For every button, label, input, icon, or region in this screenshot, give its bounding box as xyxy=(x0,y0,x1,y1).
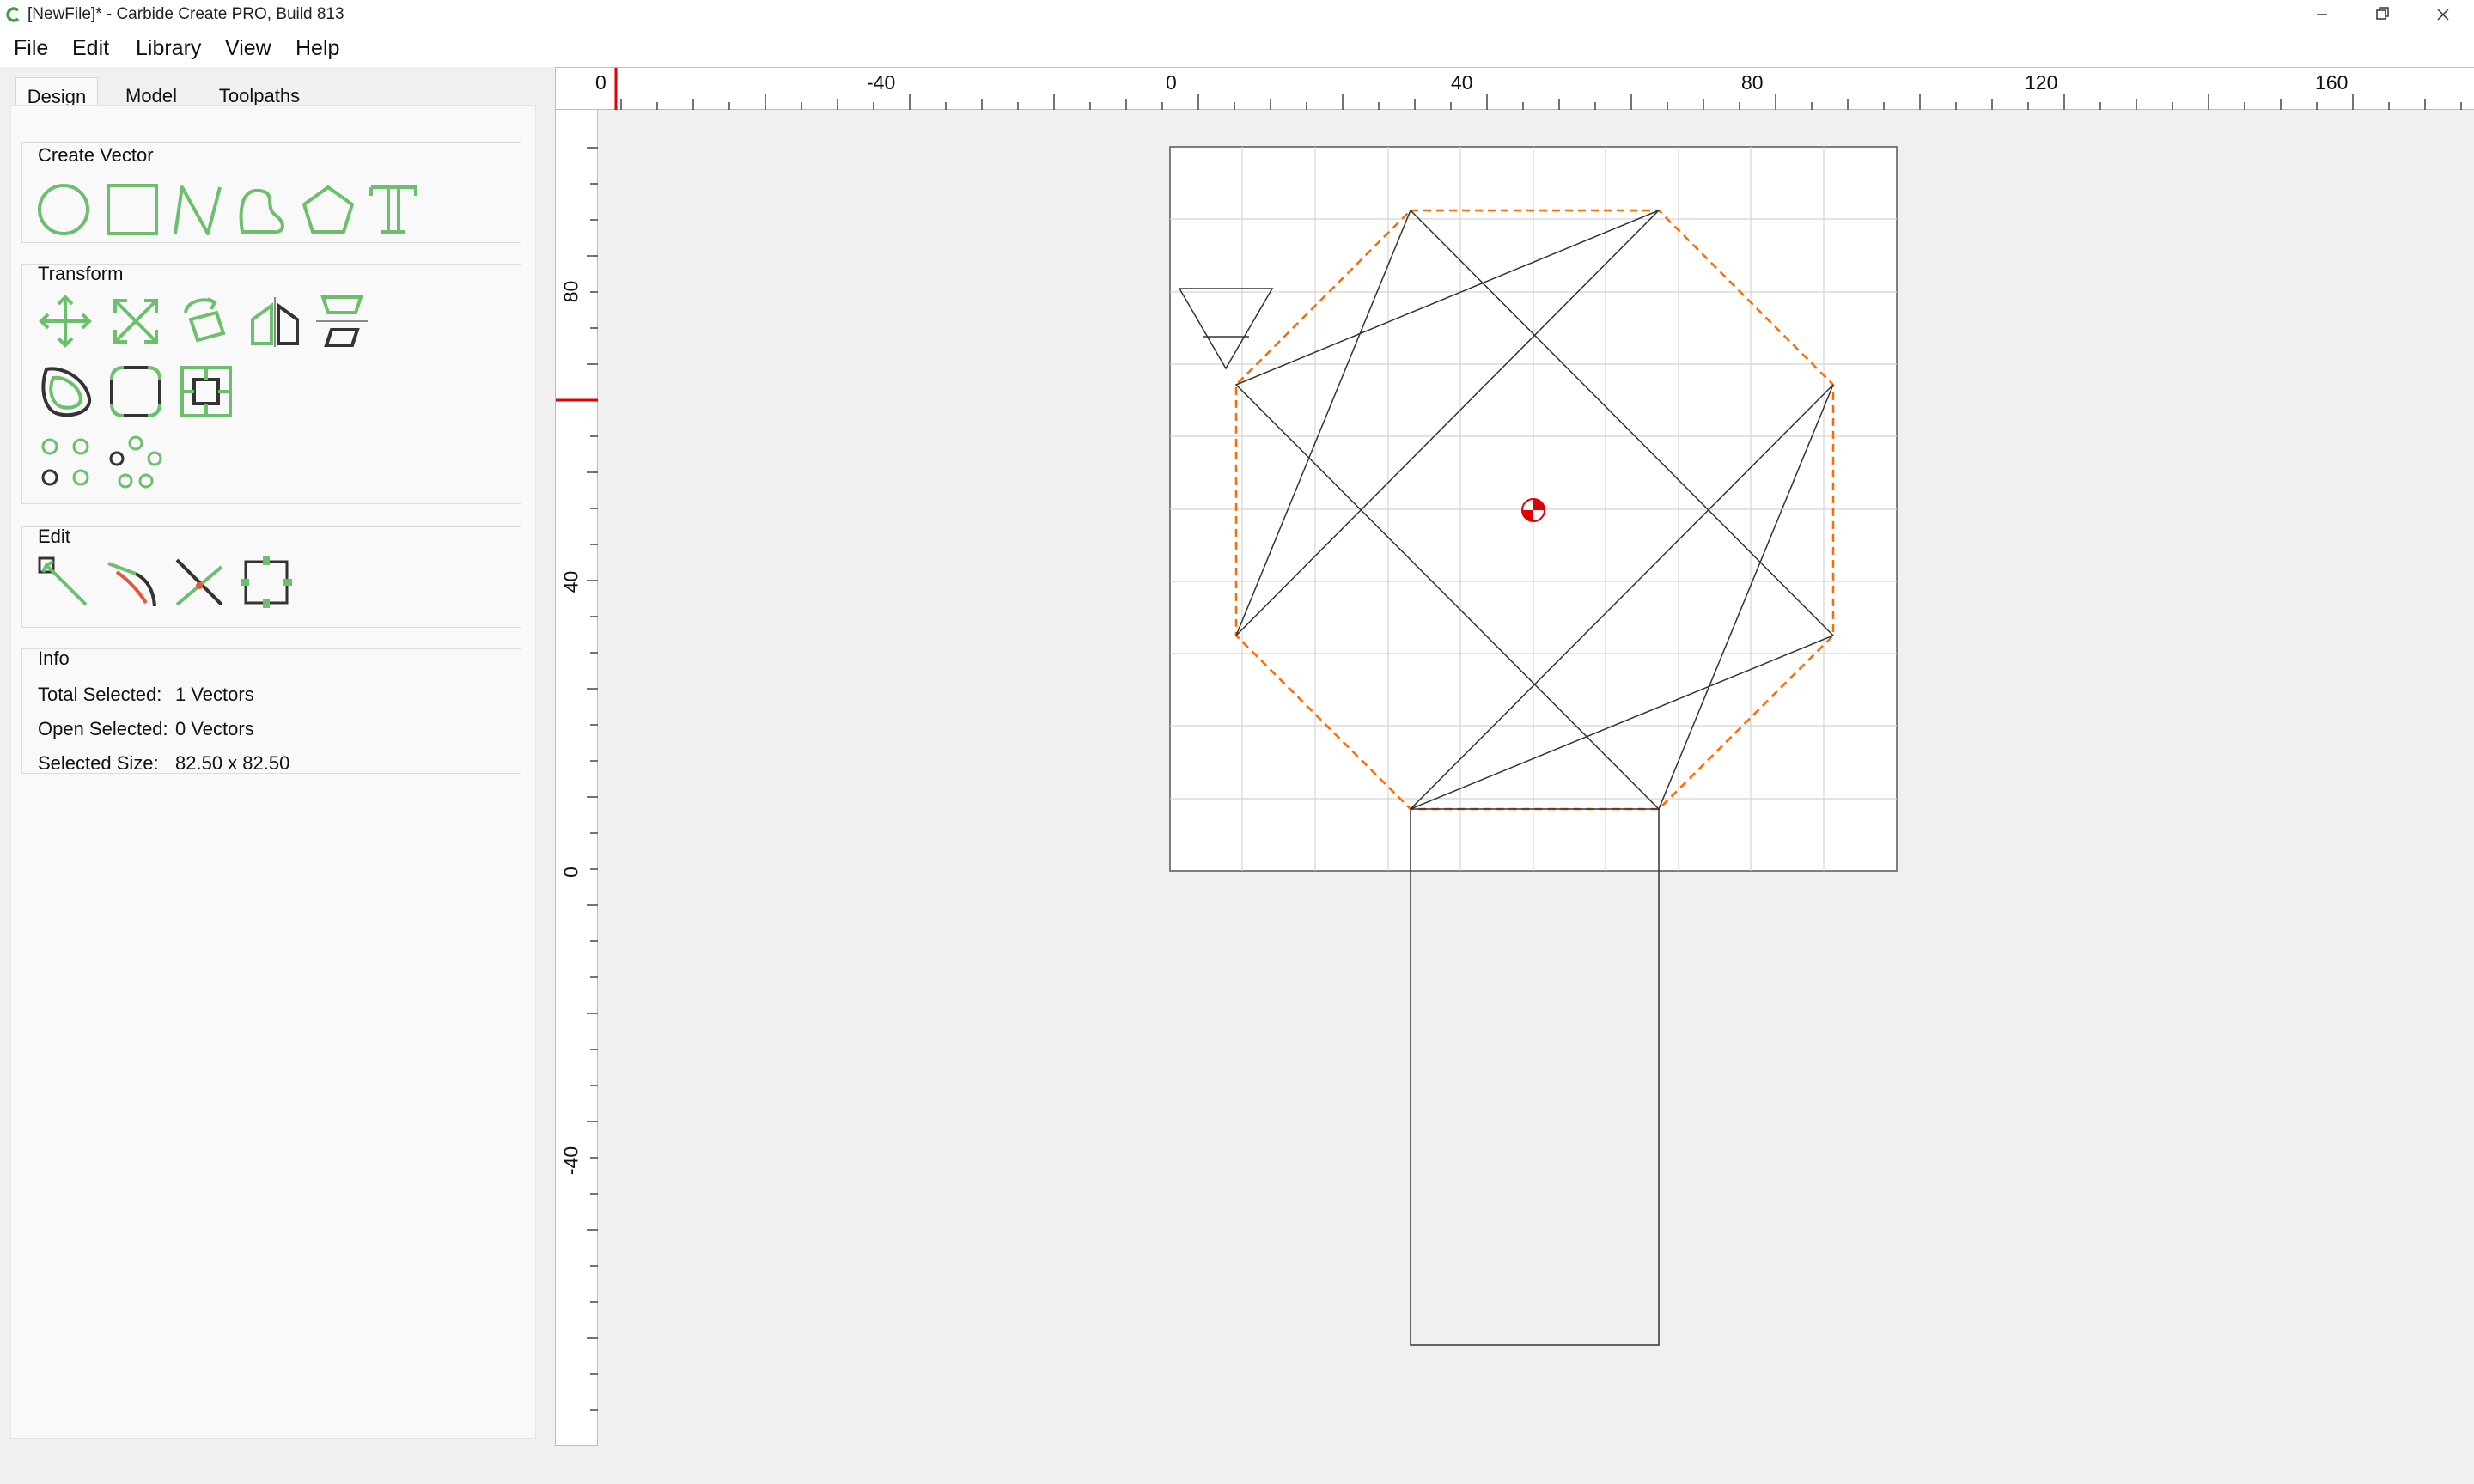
window-title: [NewFile]* - Carbide Create PRO, Build 8… xyxy=(27,5,344,23)
grid-array-icon[interactable] xyxy=(38,435,93,494)
center-target-icon xyxy=(1521,498,1545,522)
align-icon[interactable] xyxy=(314,294,369,353)
text-icon[interactable] xyxy=(366,182,421,241)
ruler-top-label: 160 xyxy=(2315,71,2349,94)
boolean-icon[interactable] xyxy=(179,364,234,423)
polygon-icon[interactable] xyxy=(301,182,356,241)
circular-array-icon[interactable] xyxy=(108,435,163,494)
open-selected-value: 0 Vectors xyxy=(175,718,254,739)
vertical-ruler: 80 40 0 -40 xyxy=(555,110,599,1446)
selected-size-row: Selected Size: 82.50 x 82.50 xyxy=(38,752,289,775)
trim-icon[interactable] xyxy=(172,555,227,614)
close-button[interactable] xyxy=(2412,0,2472,29)
circle-icon[interactable] xyxy=(36,182,91,241)
restore-button[interactable] xyxy=(2352,0,2412,29)
create-vector-group: Create Vector xyxy=(21,142,521,243)
rectangle-icon[interactable] xyxy=(105,182,160,241)
ruler-left-label: -40 xyxy=(559,1146,582,1176)
ruler-top-label: 80 xyxy=(1741,71,1764,94)
create-vector-title: Create Vector xyxy=(38,144,154,166)
move-icon[interactable] xyxy=(38,294,93,353)
open-selected-row: Open Selected: 0 Vectors xyxy=(38,718,254,740)
info-title: Info xyxy=(38,648,70,669)
carbide-logo-icon xyxy=(5,6,22,27)
ruler-top-label: 40 xyxy=(1451,71,1473,94)
menu-edit[interactable]: Edit xyxy=(72,36,109,61)
total-selected-row: Total Selected: 1 Vectors xyxy=(38,684,254,706)
design-panel: Create Vector Transform Edit Info Total … xyxy=(10,105,536,1439)
horizontal-ruler: 0 -40 0 40 80 120 160 xyxy=(555,67,2474,111)
menu-view[interactable]: View xyxy=(225,36,271,61)
scale-icon[interactable] xyxy=(108,294,163,353)
rotate-icon[interactable] xyxy=(179,294,234,353)
ruler-left-label: 0 xyxy=(559,867,582,878)
transform-group: Transform xyxy=(21,263,521,504)
join-icon[interactable] xyxy=(105,555,160,614)
edit-group: Edit xyxy=(21,526,521,628)
curve-icon[interactable] xyxy=(235,182,290,241)
design-canvas[interactable] xyxy=(598,110,2474,1446)
info-group: Info Total Selected: 1 Vectors Open Sele… xyxy=(21,648,521,774)
menu-bar: File Edit Library View Help xyxy=(0,29,2474,67)
mirror-icon[interactable] xyxy=(247,294,302,353)
node-edit-icon[interactable] xyxy=(36,555,91,614)
open-selected-label: Open Selected: xyxy=(38,718,168,739)
menu-library[interactable]: Library xyxy=(136,36,201,61)
total-selected-label: Total Selected: xyxy=(38,684,162,705)
rectangle-vector[interactable] xyxy=(1410,808,1660,1346)
total-selected-value: 1 Vectors xyxy=(175,684,254,705)
menu-help[interactable]: Help xyxy=(296,36,339,61)
menu-file[interactable]: File xyxy=(14,36,48,61)
title-bar: [NewFile]* - Carbide Create PRO, Build 8… xyxy=(0,0,2474,29)
transform-title: Transform xyxy=(38,263,124,284)
ruler-top-label: 0 xyxy=(595,71,606,94)
ruler-top-label: 120 xyxy=(2025,71,2058,94)
bounding-box-icon[interactable] xyxy=(239,555,294,614)
selected-size-value: 82.50 x 82.50 xyxy=(175,752,290,774)
ruler-top-label: -40 xyxy=(867,71,896,94)
polyline-icon[interactable] xyxy=(170,182,225,241)
selected-size-label: Selected Size: xyxy=(38,752,159,774)
edit-title: Edit xyxy=(38,526,70,547)
ruler-left-label: 80 xyxy=(559,280,582,303)
ruler-top-label: 0 xyxy=(1166,71,1177,94)
offset-icon[interactable] xyxy=(38,364,93,423)
fillet-icon[interactable] xyxy=(108,364,163,423)
ruler-left-label: 40 xyxy=(559,570,582,593)
minimize-button[interactable] xyxy=(2292,0,2352,29)
